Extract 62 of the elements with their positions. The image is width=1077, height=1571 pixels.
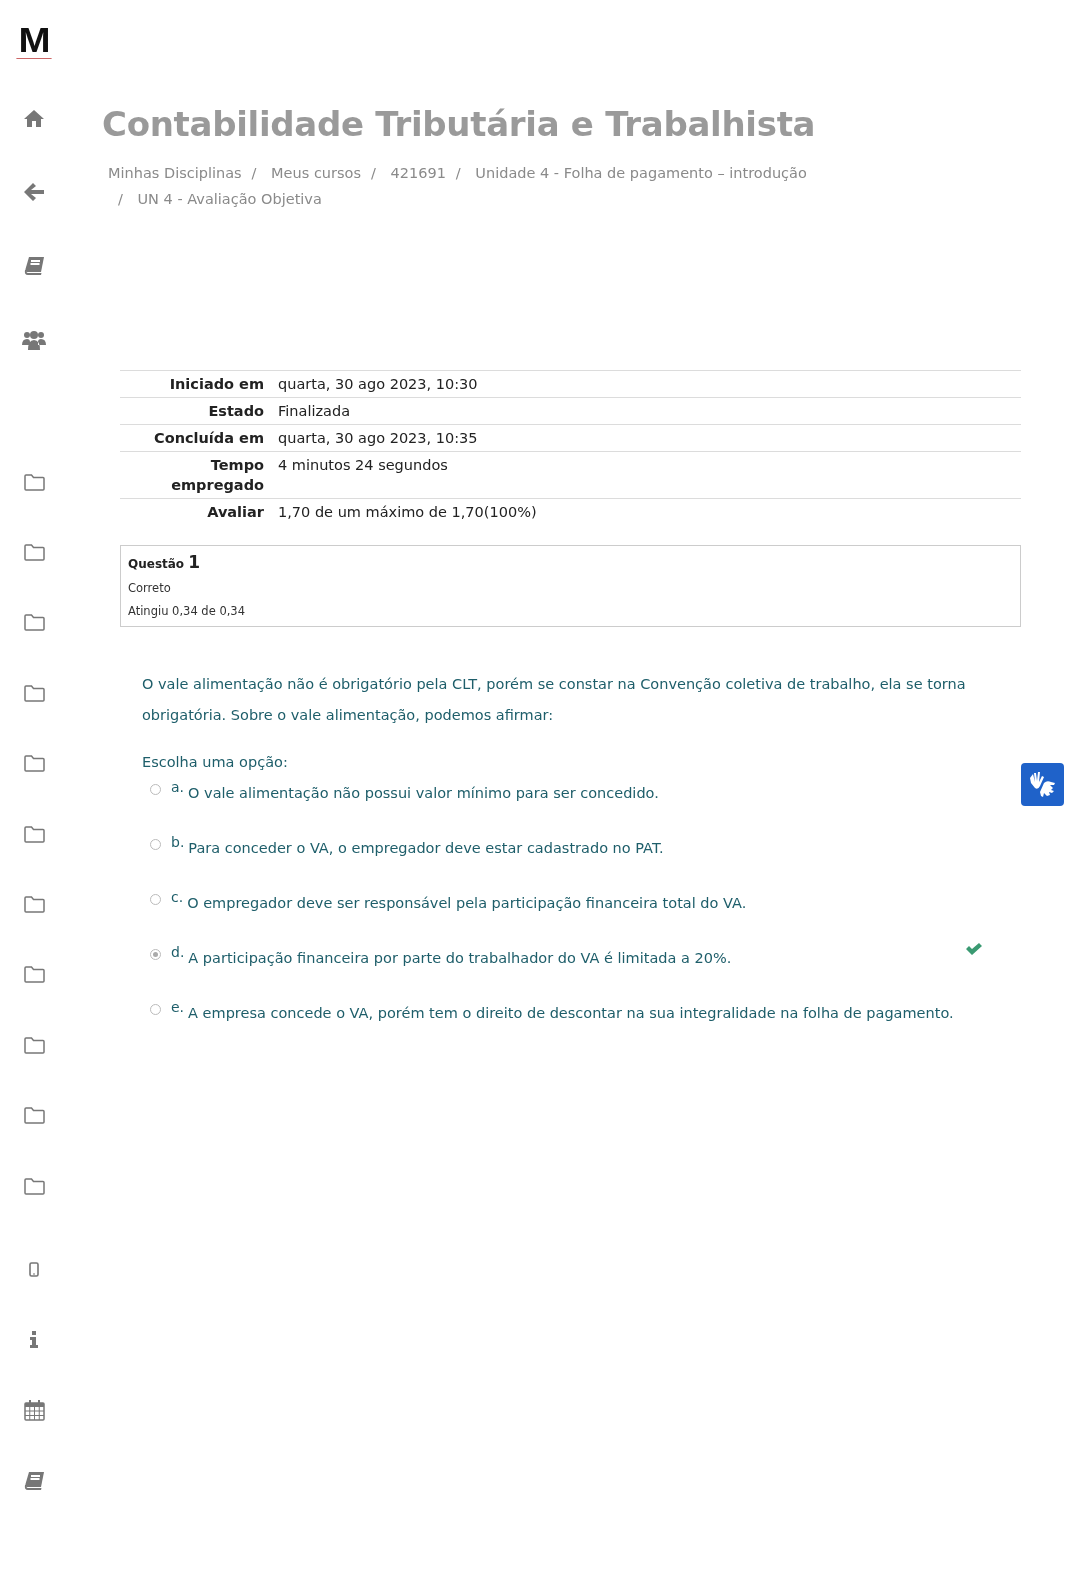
users-icon[interactable] [22, 330, 46, 350]
summary-label: Concluída em [154, 430, 264, 446]
summary-label: Tempo empregado [171, 457, 264, 493]
answer-prompt: Escolha uma opção: [142, 754, 289, 770]
radio-button[interactable] [150, 894, 161, 905]
option-text: A empresa concede o VA, porém tem o direito de descontar na sua integralidade na folha de pagamento. [188, 1005, 954, 1021]
breadcrumb-separator: / [251, 165, 257, 181]
folder-icon[interactable] [23, 825, 45, 843]
radio-button[interactable] [150, 949, 161, 960]
summary-value: Finalizada [278, 403, 351, 419]
radio-button[interactable] [150, 1004, 161, 1015]
book-icon[interactable] [24, 257, 44, 275]
option-letter: a. [171, 780, 185, 794]
summary-value: 1,70 de um máximo de 1,70(100%) [278, 504, 537, 520]
question-text: O vale alimentação não é obrigatório pela CLT, porém se constar na Convenção coletiva de trabalho, ela se torna obrigatória. Sobre o vale alimentação, podemos afirmar: [142, 675, 967, 725]
option-text: A participação financeira por parte do trabalhador do VA é limitada a 20%. [188, 950, 732, 966]
folder-icon[interactable] [23, 966, 45, 984]
question-number: Questão 1 [128, 552, 202, 572]
breadcrumb-link[interactable]: UN 4 - Avaliação Objetiva [137, 191, 322, 207]
breadcrumb-separator: / [455, 165, 461, 181]
folder-icon[interactable] [23, 1036, 45, 1054]
breadcrumb-separator: / [371, 165, 376, 181]
folder-icon[interactable] [23, 1177, 45, 1195]
breadcrumb-separator: / [118, 191, 123, 207]
breadcrumb-link[interactable]: Unidade 4 - Folha de pagamento – introdução [475, 165, 807, 181]
back-arrow-icon[interactable] [24, 183, 44, 201]
folder-icon[interactable] [23, 473, 45, 491]
logo[interactable]: M [16, 22, 52, 59]
option-text: O vale alimentação não possui valor mínimo para ser concedido. [188, 785, 659, 801]
phone-icon[interactable] [29, 1262, 39, 1277]
folder-icon[interactable] [23, 684, 45, 702]
radio-button[interactable] [150, 839, 161, 850]
page-title: Contabilidade Tributária e Trabalhista [102, 104, 817, 144]
radio-button[interactable] [150, 784, 161, 795]
home-icon[interactable] [24, 109, 44, 127]
folder-icon[interactable] [23, 755, 45, 773]
sign-language-button[interactable] [1021, 763, 1064, 806]
book-icon[interactable] [24, 1471, 44, 1490]
option-text: O empregador deve ser responsável pela participação financeira total do VA. [187, 895, 747, 911]
summary-label: Iniciado em [169, 376, 264, 392]
folder-icon[interactable] [23, 614, 45, 632]
summary-value: 4 minutos 24 segundos [278, 457, 448, 473]
option-text: Para conceder o VA, o empregador deve estar cadastrado no PAT. [188, 840, 664, 856]
breadcrumb-link[interactable]: Minhas Disciplinas [108, 165, 242, 181]
summary-value: quarta, 30 ago 2023, 10:35 [278, 430, 478, 446]
option-letter: b. [171, 835, 185, 849]
question-status: Correto [128, 581, 172, 595]
summary-label: Estado [208, 403, 264, 419]
folder-icon[interactable] [23, 1107, 45, 1125]
calendar-icon[interactable] [23, 1399, 45, 1421]
folder-icon[interactable] [23, 896, 45, 914]
summary-value: quarta, 30 ago 2023, 10:30 [278, 376, 478, 392]
hands-icon [1027, 769, 1058, 800]
info-icon[interactable] [30, 1331, 38, 1349]
folder-icon[interactable] [23, 544, 45, 562]
breadcrumb-link[interactable]: Meus cursos [271, 165, 361, 181]
option-letter: c. [171, 890, 184, 904]
breadcrumb-link[interactable]: 421691 [390, 165, 446, 181]
summary-label: Avaliar [207, 504, 264, 520]
option-letter: e. [171, 1000, 185, 1014]
option-letter: d. [171, 945, 185, 959]
question-grade: Atingiu 0,34 de 0,34 [128, 604, 246, 618]
